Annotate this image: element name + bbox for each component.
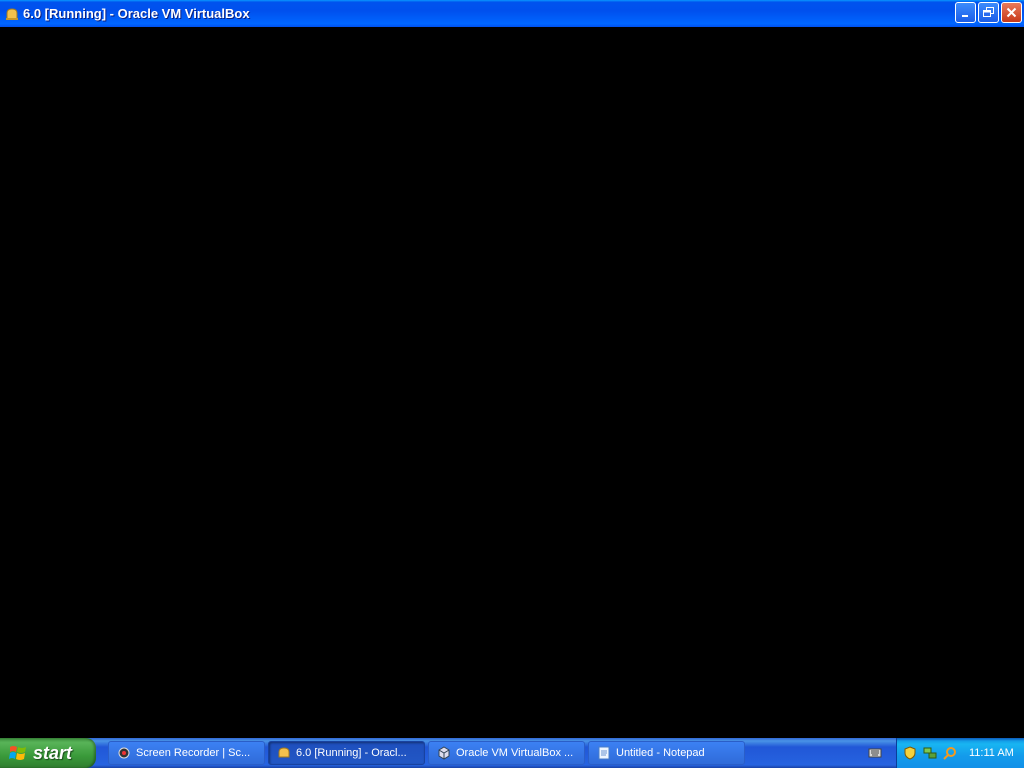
windows-logo-icon [9, 746, 26, 760]
taskbar-item-virtualbox-manager[interactable]: Oracle VM VirtualBox ... [428, 741, 585, 765]
start-button[interactable]: start [0, 738, 96, 768]
virtualbox-icon [438, 746, 450, 760]
screen-recorder-icon [118, 747, 130, 759]
taskbar-item-label: Oracle VM VirtualBox ... [456, 747, 574, 759]
minimize-button[interactable] [955, 2, 976, 23]
window-title-bar[interactable]: 6.0 [Running] - Oracle VM VirtualBox [0, 0, 1024, 27]
taskbar-item-label: 6.0 [Running] - Oracl... [296, 747, 407, 759]
start-label: start [33, 742, 73, 763]
clock[interactable]: 11:11 AM [969, 747, 1014, 759]
taskbar-item-label: Screen Recorder | Sc... [136, 747, 251, 759]
minimize-icon [962, 15, 968, 17]
window-title: 6.0 [Running] - Oracle VM VirtualBox [23, 6, 250, 21]
close-icon [1006, 7, 1017, 18]
vm-display[interactable] [0, 27, 1024, 738]
system-tray: 11:11 AM [896, 738, 1024, 768]
search-icon[interactable] [943, 746, 957, 760]
restore-button[interactable] [978, 2, 999, 23]
network-icon[interactable] [923, 746, 937, 760]
taskbar-item-label: Untitled - Notepad [616, 747, 705, 759]
notepad-icon [598, 746, 610, 760]
keyboard-icon[interactable] [868, 746, 882, 760]
security-shield-icon[interactable] [903, 746, 917, 760]
taskbar-item-virtualbox-vm[interactable]: 6.0 [Running] - Oracl... [268, 741, 425, 765]
virtualbox-vm-icon [278, 747, 290, 758]
taskbar-item-screen-recorder[interactable]: Screen Recorder | Sc... [108, 741, 265, 765]
restore-icon [983, 7, 994, 17]
taskbar-item-notepad[interactable]: Untitled - Notepad [588, 741, 745, 765]
virtualbox-vm-icon [6, 7, 18, 20]
taskbar: start Screen Recorder | Sc... 6.0 [Runni… [0, 738, 1024, 768]
close-button[interactable] [1001, 2, 1022, 23]
